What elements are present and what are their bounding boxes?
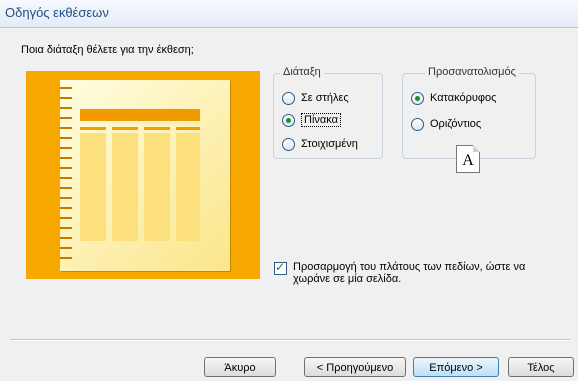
layout-preview-image xyxy=(26,71,260,279)
spiral-binding xyxy=(60,83,72,268)
preview-header-bar xyxy=(80,109,200,121)
page-letter: A xyxy=(462,152,474,169)
radio-landscape[interactable]: Οριζόντιος xyxy=(411,116,481,132)
radio-tabular[interactable]: Πίνακα xyxy=(282,112,341,128)
fit-width-checkbox[interactable] xyxy=(274,260,287,275)
radio-button-checked[interactable] xyxy=(282,113,295,127)
radio-tabular-label: Πίνακα xyxy=(301,113,341,127)
radio-button[interactable] xyxy=(411,117,424,131)
fit-width-label: Προσαρμογή του πλάτους των πεδίων, ώστε … xyxy=(293,261,526,285)
radio-columnar[interactable]: Σε στήλες xyxy=(282,90,349,106)
radio-landscape-label: Οριζόντιος xyxy=(430,118,482,130)
radio-portrait-label: Κατακόρυφος xyxy=(430,92,497,104)
fit-width-checkbox-row[interactable]: Προσαρμογή του πλάτους των πεδίων, ώστε … xyxy=(274,260,564,285)
orientation-group-legend: Προσανατολισμός xyxy=(425,66,519,78)
window-title: Οδηγός εκθέσεων xyxy=(5,5,109,20)
next-button[interactable]: Επόμενο > xyxy=(413,357,499,377)
radio-button[interactable] xyxy=(282,91,295,105)
button-separator xyxy=(10,339,570,341)
radio-button[interactable] xyxy=(282,137,295,151)
finish-button[interactable]: Τέλος xyxy=(508,357,574,377)
radio-button-checked[interactable] xyxy=(411,91,424,105)
back-button[interactable]: < Προηγούμενο xyxy=(304,357,406,377)
radio-justified[interactable]: Στοιχισμένη xyxy=(282,136,358,152)
title-bar: Οδηγός εκθέσεων xyxy=(0,0,578,28)
radio-justified-label: Στοιχισμένη xyxy=(301,138,358,150)
radio-columnar-label: Σε στήλες xyxy=(301,92,349,104)
layout-group-legend: Διάταξη xyxy=(280,66,324,78)
radio-portrait[interactable]: Κατακόρυφος xyxy=(411,90,496,106)
layout-question: Ποια διάταξη θέλετε για την έκθεση; xyxy=(21,44,194,56)
cancel-button[interactable]: Άκυρο xyxy=(204,357,276,377)
portrait-page-icon: A xyxy=(456,145,480,173)
